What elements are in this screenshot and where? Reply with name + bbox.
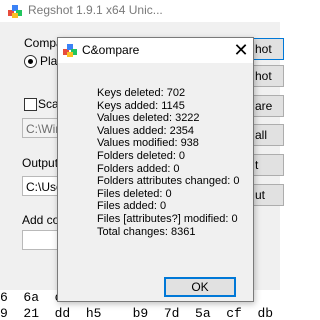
regshot-app-icon [8, 5, 22, 18]
close-icon[interactable]: ✕ [230, 39, 252, 61]
main-window-titlebar[interactable]: Regshot 1.9.1 x64 Unic... [0, 0, 280, 23]
radio-selected-icon[interactable] [24, 55, 37, 68]
stat-total-changes: Total changes: 8361 [97, 225, 196, 238]
stat-files-added: Files added: 0 [97, 200, 167, 213]
dialog-title: C&ompare [82, 43, 140, 57]
stat-values-deleted: Values deleted: 3222 [97, 112, 200, 125]
stat-keys-added: Keys added: 1145 [97, 99, 185, 112]
stat-folders-deleted: Folders deleted: 0 [97, 149, 186, 162]
checkbox-icon[interactable] [24, 98, 37, 111]
add-comment-label: Add co [22, 213, 60, 227]
ok-button[interactable]: OK [164, 277, 236, 297]
output-label: Output [22, 156, 59, 170]
scan-path-field[interactable]: C:\Wir [22, 118, 62, 138]
output-path-field[interactable]: C:\Use [22, 176, 62, 196]
stat-keys-deleted: Keys deleted: 702 [97, 87, 186, 99]
compare-results-dialog: C&ompare ✕ Keys deleted: 702 Keys added:… [57, 37, 254, 302]
stat-folders-added: Folders added: 0 [97, 162, 180, 175]
main-window-title: Regshot 1.9.1 x64 Unic... [28, 3, 163, 17]
hex-line: 9 21 dd h5 b9 7d 5a cf db 79 e3 [0, 306, 274, 320]
stat-files-attributes-modified: Files [attributes?] modified: 0 [97, 212, 238, 225]
regshot-app-icon [63, 44, 77, 57]
stat-values-added: Values added: 2354 [97, 124, 195, 137]
stat-files-deleted: Files deleted: 0 [97, 187, 172, 200]
stat-values-modified: Values modified: 938 [97, 137, 199, 150]
compare-stats-list: Keys deleted: 702 Keys added: 1145 Value… [97, 87, 239, 238]
dialog-titlebar[interactable]: C&ompare ✕ [58, 38, 253, 63]
comment-field[interactable] [22, 230, 62, 250]
stat-folders-attributes-changed: Folders attributes changed: 0 [97, 175, 240, 188]
